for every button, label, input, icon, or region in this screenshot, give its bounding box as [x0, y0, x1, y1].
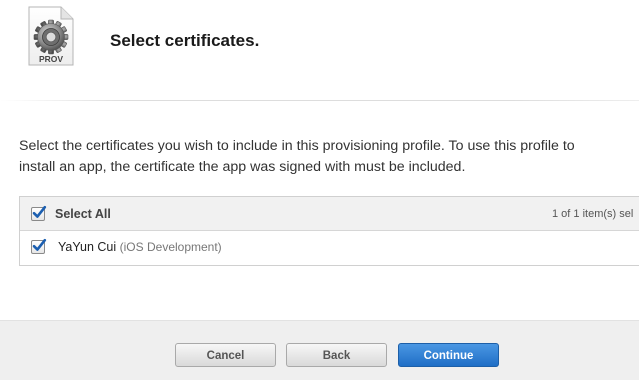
checkmark-icon [32, 238, 47, 251]
description: Select the certificates you wish to incl… [19, 136, 639, 178]
select-all-label[interactable]: Select All [55, 207, 111, 221]
page-title: Select certificates. [110, 31, 260, 50]
description-line-2: install an app, the certificate the app … [19, 159, 466, 175]
header: PROV Select certificates. [0, 0, 639, 100]
certificate-checkbox[interactable] [31, 238, 47, 254]
select-all-checkbox[interactable] [31, 205, 47, 221]
certificate-name: YaYun Cui [58, 240, 117, 254]
footer: Cancel Back Continue [0, 320, 639, 380]
table-row[interactable]: YaYun Cui (iOS Development) [20, 231, 639, 265]
certificate-label: YaYun Cui (iOS Development) [58, 240, 222, 254]
checkmark-icon [32, 205, 47, 218]
selection-count: 1 of 1 item(s) sel [552, 208, 634, 220]
description-line-1: Select the certificates you wish to incl… [19, 138, 575, 154]
continue-button[interactable]: Continue [398, 343, 499, 367]
icon-caption: PROV [39, 54, 63, 64]
back-button[interactable]: Back [286, 343, 387, 367]
header-divider [0, 100, 639, 101]
provisioning-profile-icon: PROV [28, 6, 74, 66]
cancel-button[interactable]: Cancel [175, 343, 276, 367]
table-header: Select All 1 of 1 item(s) sel [20, 197, 639, 231]
certificate-type: (iOS Development) [119, 240, 222, 254]
page: PROV Select certificates. Select the cer… [0, 0, 639, 380]
certificates-table: Select All 1 of 1 item(s) sel YaYun Cui … [19, 196, 639, 266]
